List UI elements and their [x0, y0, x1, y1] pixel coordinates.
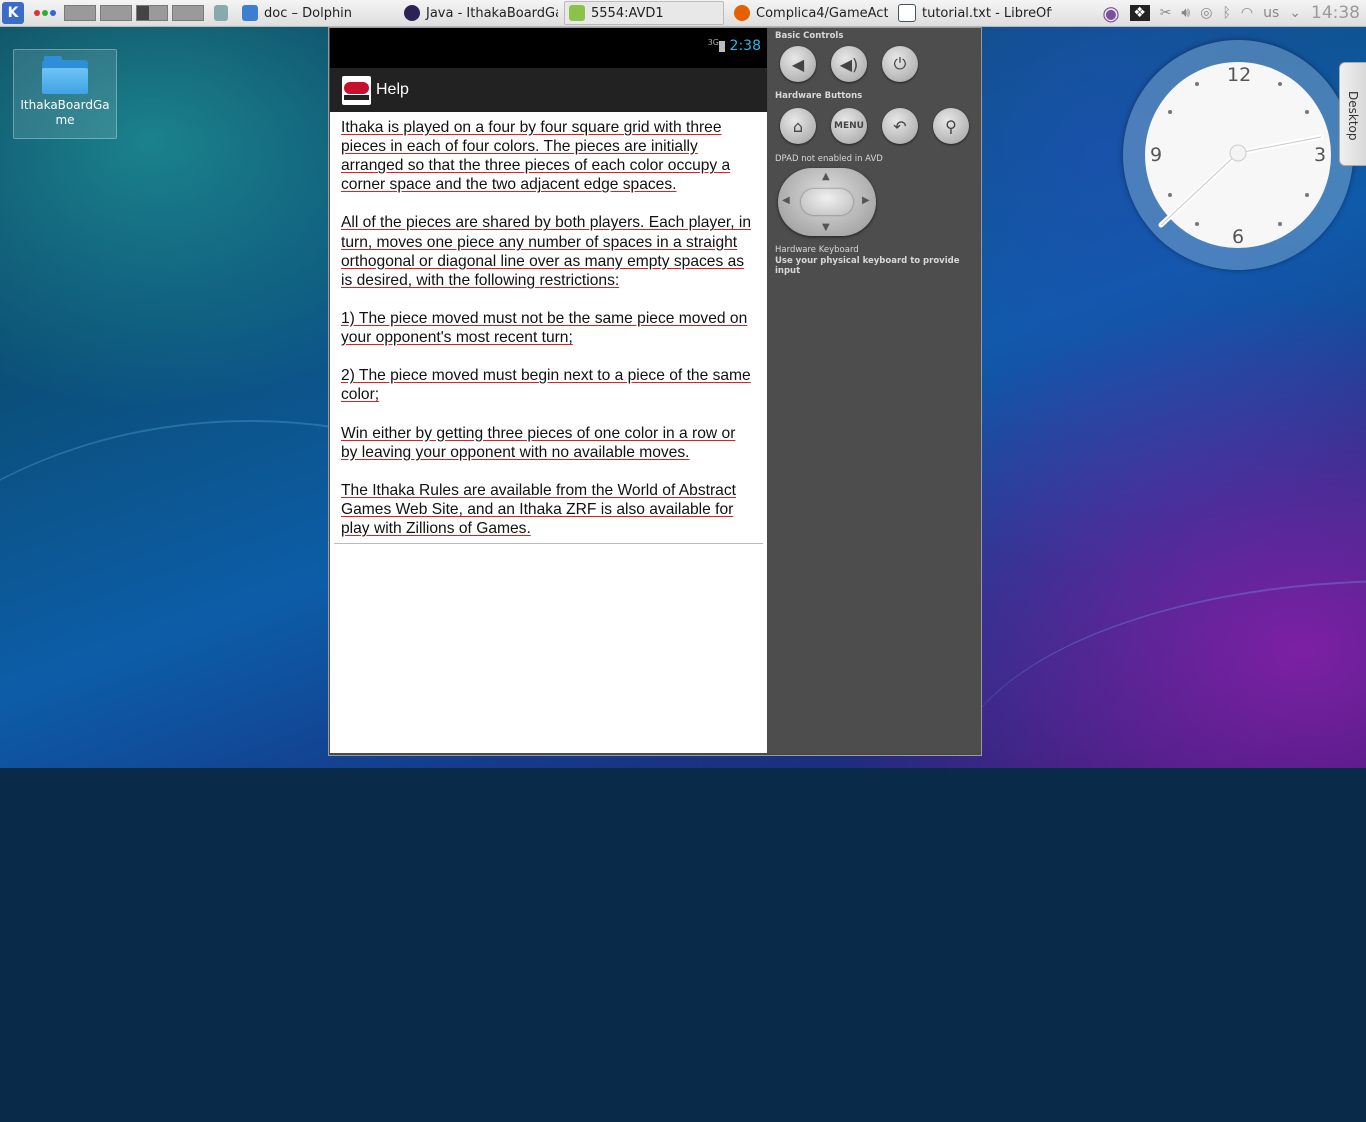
hardware-keyboard-hint: Use your physical keyboard to provide in… — [775, 256, 960, 276]
power-button[interactable]: ⏻ — [882, 46, 918, 82]
top-panel: K doc – Dolphin Java - IthakaBoardGam 55… — [0, 0, 1366, 27]
application-launcher-icon[interactable]: K — [2, 2, 24, 24]
eclipse-icon — [404, 5, 420, 21]
desktop-toolbox-tab[interactable]: Desktop — [1339, 62, 1366, 166]
network-icon[interactable]: ◎ — [1200, 5, 1212, 21]
task-label: 5554:AVD1 — [591, 5, 664, 21]
volume-down-icon: ◀ — [791, 54, 805, 74]
task-eclipse[interactable]: Java - IthakaBoardGam — [400, 2, 558, 24]
home-icon: ⌂ — [792, 116, 804, 136]
dpad-down-icon[interactable]: ▼ — [822, 222, 830, 233]
task-libreoffice[interactable]: tutorial.txt - LibreOffic — [894, 2, 1052, 24]
task-dolphin[interactable]: doc – Dolphin — [238, 2, 394, 24]
help-paragraph: The Ithaka Rules are available from the … — [341, 481, 736, 537]
volume-up-icon: ◀) — [839, 54, 859, 74]
virtual-desktop-pager[interactable] — [64, 5, 204, 21]
help-paragraph: All of the pieces are shared by both pla… — [341, 214, 752, 289]
document-icon — [898, 4, 916, 22]
task-label: Java - IthakaBoardGam — [426, 5, 558, 21]
activities-icon[interactable] — [34, 10, 56, 16]
android-icon — [569, 5, 585, 21]
dropbox-icon[interactable]: ❖ — [1129, 5, 1150, 21]
power-icon: ⏻ — [893, 54, 907, 73]
help-paragraph: Win either by getting three pieces of on… — [341, 424, 736, 461]
panel-clock[interactable]: 14:38 — [1311, 3, 1360, 23]
help-paragraph: Ithaka is played on a four by four squar… — [341, 119, 731, 194]
task-label: Complica4/GameActivi — [756, 5, 888, 21]
signal-icon: 3G — [707, 38, 719, 47]
back-button[interactable]: ↶ — [882, 108, 918, 144]
app-logo-icon[interactable] — [342, 75, 371, 105]
folder-icon — [242, 5, 258, 21]
clock-hands — [1158, 134, 1324, 228]
viber-icon[interactable]: ◉ — [1102, 1, 1119, 25]
device-screen: 3G 2:38 Help Ithaka is played on a four … — [330, 28, 767, 753]
menu-button[interactable]: MENU — [831, 108, 867, 144]
dpad-up-icon[interactable]: ▲ — [822, 171, 830, 182]
home-button[interactable]: ⌂ — [780, 108, 816, 144]
edittext-underline — [334, 542, 763, 545]
scissors-icon[interactable]: ✂ — [1160, 5, 1172, 21]
task-avd[interactable]: 5554:AVD1 — [564, 1, 724, 25]
dpad-left-icon[interactable]: ◀ — [782, 195, 790, 206]
system-tray: ◉ ❖ ✂ 🔊︎ ◎ ᛒ ◠ us ⌄ 14:38 — [1102, 0, 1366, 26]
desktop-tab-label: Desktop — [1346, 91, 1360, 141]
volume-icon[interactable]: 🔊︎ — [1181, 5, 1190, 21]
dpad-right-icon[interactable]: ▶ — [862, 195, 870, 206]
desktop-icon-ithakaboardgame[interactable]: IthakaBoardGame — [13, 49, 117, 139]
search-icon: ⚲ — [945, 116, 957, 136]
hardware-keyboard-label: Hardware Keyboard — [775, 245, 859, 255]
volume-down-button[interactable]: ◀ — [780, 46, 816, 82]
search-button[interactable]: ⚲ — [933, 108, 969, 144]
folder-icon — [42, 56, 88, 94]
analog-clock-widget[interactable]: 12 3 6 9 — [1123, 40, 1353, 270]
status-bar: 3G 2:38 — [330, 28, 767, 68]
volume-up-button[interactable]: ◀) — [831, 46, 867, 82]
task-label: doc – Dolphin — [264, 5, 353, 21]
emulator-window: 3G 2:38 Help Ithaka is played on a four … — [328, 27, 982, 756]
help-paragraph: 2) The piece moved must begin next to a … — [341, 367, 751, 404]
chevron-down-icon[interactable]: ⌄ — [1289, 5, 1301, 21]
emulator-controls: Basic Controls ◀ ◀) ⏻ Hardware Buttons ⌂… — [768, 28, 980, 753]
task-label: tutorial.txt - LibreOffic — [922, 5, 1052, 21]
dpad[interactable]: ▲ ▼ ◀ ▶ — [778, 168, 876, 236]
dpad-center-button[interactable] — [801, 189, 853, 215]
back-icon: ↶ — [893, 116, 907, 136]
basic-controls-label: Basic Controls — [775, 31, 844, 41]
dpad-label: DPAD not enabled in AVD — [775, 154, 883, 164]
help-text[interactable]: Ithaka is played on a four by four squar… — [330, 112, 767, 538]
desktop-icon-label: IthakaBoardGame — [20, 98, 110, 127]
firefox-icon — [734, 5, 750, 21]
desktop-4[interactable] — [172, 5, 204, 21]
bluetooth-icon[interactable]: ᛒ — [1222, 5, 1230, 21]
action-bar-title: Help — [376, 81, 409, 98]
desktop-1[interactable] — [64, 5, 96, 21]
action-bar: Help — [330, 68, 767, 112]
status-clock: 2:38 — [729, 38, 761, 54]
clipboard-icon[interactable] — [210, 2, 232, 24]
battery-icon — [719, 41, 725, 52]
help-paragraph: 1) The piece moved must not be the same … — [341, 309, 748, 347]
desktop-2[interactable] — [100, 5, 132, 21]
desktop-3[interactable] — [136, 5, 168, 21]
wifi-icon[interactable]: ◠ — [1241, 5, 1253, 21]
keyboard-layout[interactable]: us — [1263, 5, 1279, 21]
hardware-buttons-label: Hardware Buttons — [775, 91, 863, 101]
task-firefox[interactable]: Complica4/GameActivi — [730, 2, 888, 24]
